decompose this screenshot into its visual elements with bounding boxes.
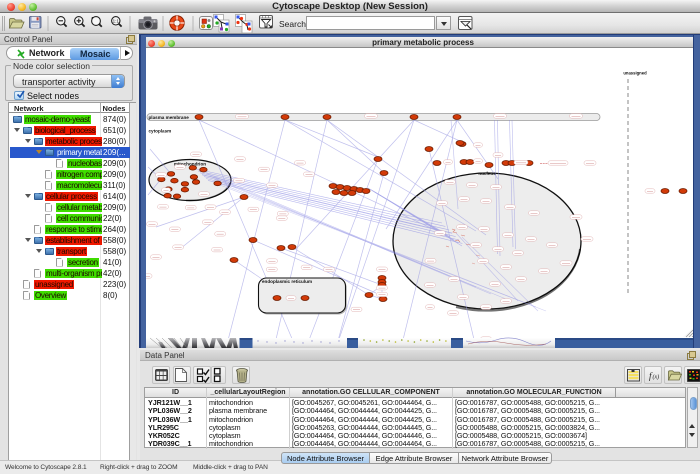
svg-text:nucleus: nucleus — [478, 171, 496, 176]
svg-text:plasma membrane: plasma membrane — [149, 115, 190, 120]
svg-text:endoplasmic reticulum: endoplasmic reticulum — [262, 279, 312, 284]
svg-text:cytoplasm: cytoplasm — [149, 129, 172, 134]
svg-text:(x): (x) — [653, 374, 660, 381]
svg-text:1:1: 1:1 — [113, 19, 120, 24]
svg-text:Search:: Search: — [279, 19, 308, 29]
svg-text:unassigned: unassigned — [623, 71, 647, 76]
